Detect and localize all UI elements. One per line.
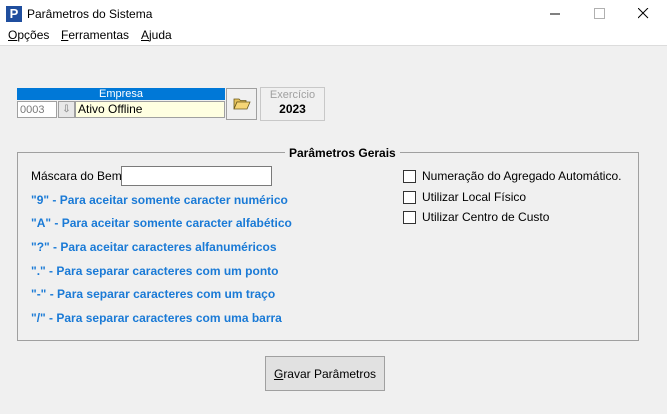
- app-icon: P: [6, 6, 22, 22]
- open-folder-icon: [233, 98, 251, 110]
- exercicio-label: Exercício: [269, 89, 316, 101]
- hint-dot-separator: "." - Para separar caracteres com um pon…: [31, 264, 279, 278]
- menu-ajuda[interactable]: Ajuda: [141, 28, 172, 42]
- window-title: Parâmetros do Sistema: [27, 7, 153, 21]
- hint-dash-separator: "-" - Para separar caracteres com um tra…: [31, 287, 276, 301]
- save-mnemonic: G: [273, 366, 284, 381]
- hint-slash-separator: "/" - Para separar caracteres com uma ba…: [31, 311, 282, 325]
- checkbox-label: Utilizar Local Físico: [422, 190, 527, 204]
- hint-alphanumeric: "?" - Para aceitar caracteres alfanuméri…: [31, 240, 277, 254]
- title-bar: P Parâmetros do Sistema: [0, 0, 667, 28]
- empresa-header: Empresa: [17, 88, 225, 100]
- menu-ajuda-mnemonic: A: [141, 28, 150, 42]
- params-group-title: Parâmetros Gerais: [285, 146, 400, 160]
- hint-numeric: "9" - Para aceitar somente caracter numé…: [31, 193, 288, 207]
- empresa-name-field: Ativo Offline: [75, 101, 225, 118]
- checkbox-label: Numeração do Agregado Automático.: [422, 169, 622, 183]
- menu-ferramentas-label: erramentas: [68, 28, 130, 42]
- checkbox-box[interactable]: [403, 191, 416, 204]
- empresa-code-field[interactable]: 0003: [17, 101, 57, 118]
- menu-ferramentas[interactable]: Ferramentas: [61, 28, 129, 42]
- save-params-button[interactable]: Gravar Parâmetros: [265, 356, 385, 391]
- down-arrow-icon: ⇩: [62, 104, 71, 115]
- minimize-icon: [550, 13, 560, 15]
- empresa-lookup-button[interactable]: ⇩: [58, 101, 75, 118]
- maximize-button[interactable]: [580, 0, 620, 28]
- checkbox-box[interactable]: [403, 170, 416, 183]
- open-folder-button[interactable]: [226, 88, 257, 120]
- hint-alphabetic: "A" - Para aceitar somente caracter alfa…: [31, 216, 292, 230]
- menu-ajuda-label: juda: [149, 28, 172, 42]
- maximize-icon: [594, 8, 605, 19]
- save-label: ravar Parâmetros: [283, 366, 377, 381]
- close-button[interactable]: [624, 0, 664, 28]
- mask-label: Máscara do Bem: [31, 169, 122, 183]
- empresa-selector: Empresa 0003 ⇩ Ativo Offline: [17, 88, 225, 120]
- menu-opcoes[interactable]: Opções: [8, 28, 49, 42]
- checkbox-box[interactable]: [403, 211, 416, 224]
- menu-opcoes-label: pções: [17, 28, 50, 42]
- checkbox-label: Utilizar Centro de Custo: [422, 210, 550, 224]
- menu-opcoes-mnemonic: O: [8, 28, 18, 42]
- minimize-button[interactable]: [536, 0, 576, 28]
- exercicio-year: 2023: [279, 102, 306, 116]
- mask-input[interactable]: [121, 166, 272, 186]
- menu-bar: Opções Ferramentas Ajuda: [0, 28, 667, 46]
- exercicio-box[interactable]: Exercício 2023: [260, 87, 325, 121]
- close-icon: [638, 8, 649, 19]
